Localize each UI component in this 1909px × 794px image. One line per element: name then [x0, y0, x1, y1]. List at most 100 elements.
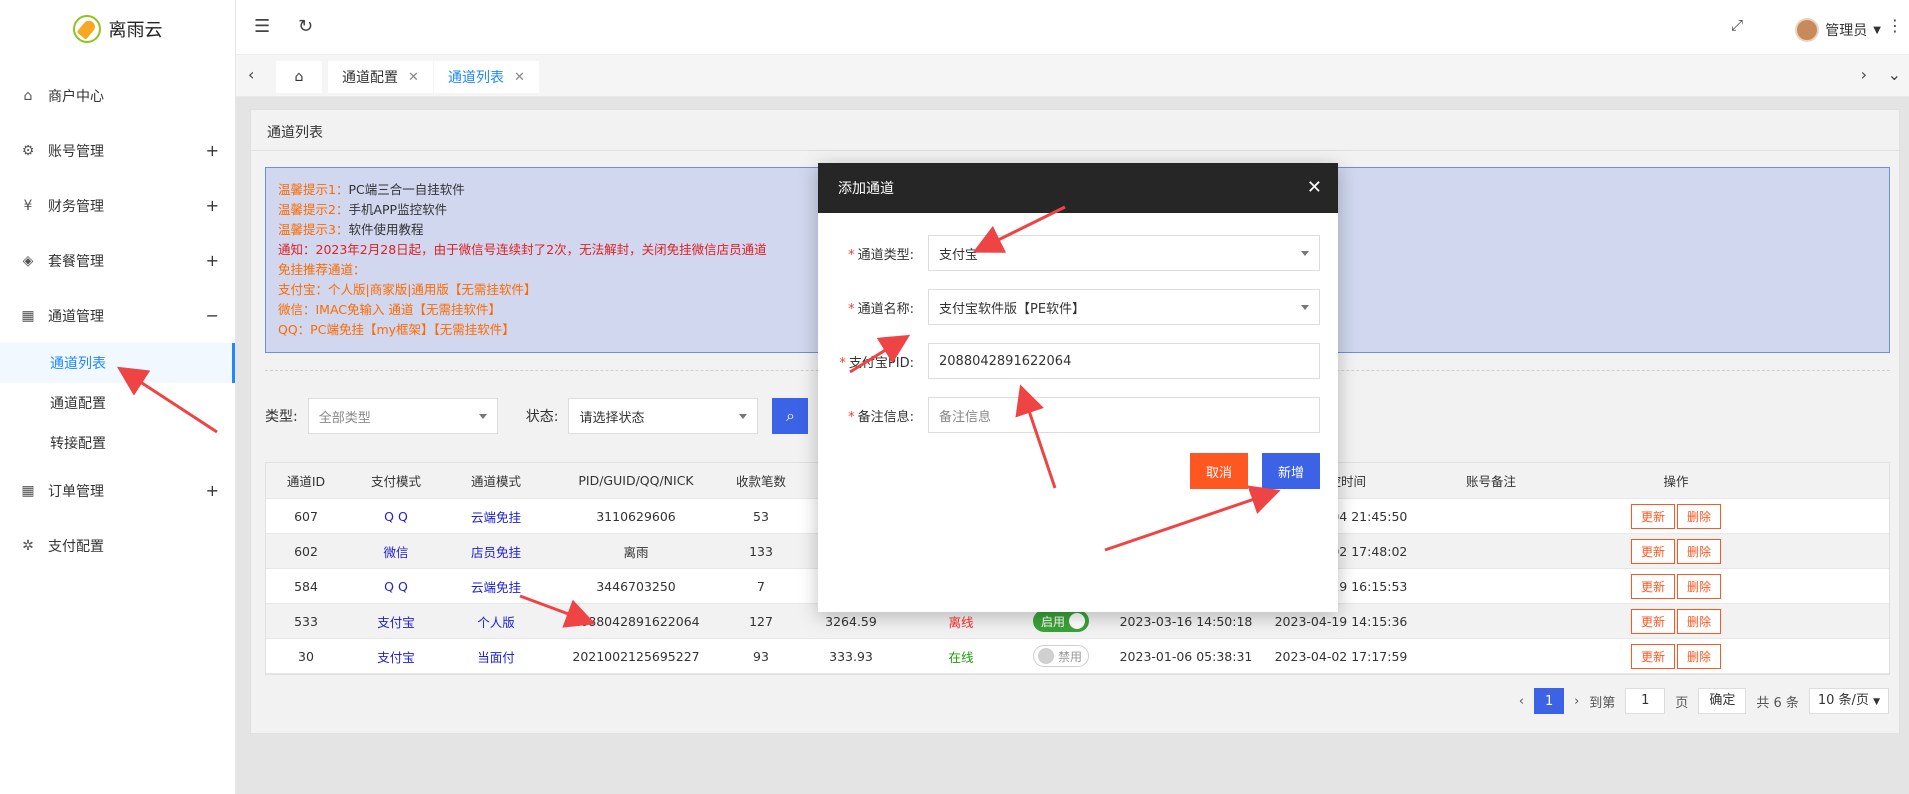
- user-menu[interactable]: 管理员 ▼: [1795, 18, 1881, 42]
- alipay-pid-input[interactable]: 2088042891622064: [928, 343, 1320, 379]
- user-name: 管理员: [1825, 23, 1868, 39]
- column-header: 账号备注: [1465, 474, 1516, 489]
- channel-submenu: 通道列表 通道配置 转接配置: [0, 343, 235, 463]
- divider: [251, 150, 1899, 151]
- page-size-select[interactable]: 10 条/页 ▼: [1808, 688, 1889, 714]
- caret-down-icon: ▼: [1873, 697, 1880, 707]
- update-button[interactable]: 更新: [1630, 503, 1675, 529]
- remark-input[interactable]: 备注信息: [928, 397, 1320, 433]
- pagination: ‹ 1 › 到第 1 页 确定 共 6 条 10 条/页 ▼: [1519, 688, 1889, 714]
- next-page-icon[interactable]: ›: [1574, 694, 1579, 709]
- update-button[interactable]: 更新: [1630, 573, 1675, 599]
- required-star: *: [848, 301, 855, 317]
- collapse-icon: −: [205, 306, 219, 325]
- delete-button[interactable]: 删除: [1677, 608, 1722, 634]
- expand-icon: +: [205, 481, 219, 500]
- required-star: *: [839, 355, 846, 371]
- sidebar-item-orders[interactable]: ▦ 订单管理 +: [0, 463, 235, 518]
- close-icon[interactable]: ✕: [408, 70, 419, 85]
- form-row-remark: * 备注信息: 备注信息: [818, 397, 1338, 433]
- add-channel-modal: 添加通道 ✕ * 通道类型: 支付宝 * 通道名称: 支付宝软件版【PE软件】 * 支…: [818, 163, 1338, 612]
- filter-bar: 类型: 全部类型 状态: 请选择状态 ⌕: [265, 398, 809, 434]
- search-button[interactable]: ⌕: [772, 398, 809, 434]
- caret-down-icon: [1301, 251, 1309, 256]
- delete-button[interactable]: 删除: [1677, 573, 1722, 599]
- sidebar: 离雨云 ⌂ 商户中心 ⚙ 账号管理 + ¥ 财务管理 + ◈ 套餐管理 + ▦ …: [0, 0, 236, 794]
- sidebar-item-label: 账号管理: [48, 143, 104, 160]
- chevron-down-icon: ▼: [1873, 24, 1881, 36]
- status-toggle[interactable]: 禁用: [1033, 645, 1089, 667]
- grid-icon: ▦: [21, 307, 35, 324]
- top-bar: ☰ ↻ ⤢ 管理员 ▼ ⋮: [236, 0, 1909, 55]
- type-filter-select[interactable]: 全部类型: [307, 398, 498, 434]
- cancel-button[interactable]: 取消: [1190, 453, 1249, 489]
- search-icon: ⌕: [785, 406, 795, 425]
- sidebar-item-label: 订单管理: [48, 483, 104, 500]
- delete-button[interactable]: 删除: [1677, 503, 1722, 529]
- prev-page-icon[interactable]: ‹: [1519, 694, 1524, 709]
- tabs-menu-chevron-down-icon[interactable]: ⌄: [1888, 65, 1901, 84]
- required-star: *: [848, 247, 855, 263]
- tab-label: 通道配置: [342, 70, 398, 86]
- form-row-alipay-pid: * 支付宝PID: 2088042891622064: [818, 343, 1338, 379]
- sidebar-item-channel[interactable]: ▦ 通道管理 −: [0, 288, 235, 343]
- tab-channel-config[interactable]: 通道配置 ✕: [328, 61, 433, 93]
- delete-button[interactable]: 删除: [1677, 538, 1722, 564]
- submit-add-button[interactable]: 新增: [1262, 453, 1321, 489]
- caret-down-icon: [739, 414, 748, 419]
- tab-channel-list[interactable]: 通道列表 ✕: [434, 61, 539, 93]
- settings-icon: ✲: [22, 537, 34, 554]
- delete-button[interactable]: 删除: [1677, 643, 1722, 669]
- gear-icon: ⚙: [21, 142, 35, 159]
- sidebar-menu: ⌂ 商户中心 ⚙ 账号管理 + ¥ 财务管理 + ◈ 套餐管理 + ▦ 通道管理…: [0, 68, 235, 573]
- modal-header: 添加通道 ✕: [818, 163, 1338, 213]
- column-header: 收款笔数: [735, 474, 786, 489]
- sidebar-item-package[interactable]: ◈ 套餐管理 +: [0, 233, 235, 288]
- sidebar-item-finance[interactable]: ¥ 财务管理 +: [0, 178, 235, 233]
- column-header: 通道模式: [470, 474, 521, 489]
- modal-title: 添加通道: [838, 181, 894, 197]
- sidebar-item-payment-config[interactable]: ✲ 支付配置: [0, 518, 235, 573]
- channel-type-select[interactable]: 支付宝: [928, 235, 1320, 271]
- sidebar-subitem-channel-config[interactable]: 通道配置: [0, 383, 235, 423]
- sidebar-item-merchant-center[interactable]: ⌂ 商户中心: [0, 68, 235, 123]
- goto-confirm-button[interactable]: 确定: [1698, 688, 1747, 714]
- total-count: 共 6 条: [1756, 695, 1799, 711]
- sidebar-item-label: 通道管理: [48, 308, 104, 325]
- page-label: 页: [1675, 695, 1689, 711]
- more-vertical-icon[interactable]: ⋮: [1887, 16, 1903, 35]
- sidebar-subitem-channel-list[interactable]: 通道列表: [0, 343, 235, 383]
- status-filter-label: 状态:: [525, 409, 559, 425]
- app-logo-text: 离雨云: [108, 20, 163, 41]
- fullscreen-icon[interactable]: ⤢: [1731, 16, 1743, 34]
- sidebar-item-account[interactable]: ⚙ 账号管理 +: [0, 123, 235, 178]
- sidebar-item-label: 套餐管理: [48, 253, 104, 270]
- close-icon[interactable]: ✕: [514, 70, 525, 85]
- tabs-scroll-left-icon[interactable]: ‹: [248, 65, 254, 84]
- goto-page-input[interactable]: 1: [1625, 688, 1666, 714]
- status-filter-select[interactable]: 请选择状态: [568, 398, 759, 434]
- sidebar-subitem-transfer-config[interactable]: 转接配置: [0, 423, 235, 463]
- close-icon[interactable]: ✕: [1307, 177, 1322, 198]
- box-icon: ◈: [22, 252, 34, 269]
- sidebar-item-label: 商户中心: [48, 88, 104, 105]
- page-title: 通道列表: [267, 125, 323, 141]
- refresh-icon[interactable]: ↻: [298, 16, 313, 37]
- page-number-current[interactable]: 1: [1534, 688, 1565, 714]
- channel-name-select[interactable]: 支付宝软件版【PE软件】: [928, 289, 1320, 325]
- update-button[interactable]: 更新: [1630, 643, 1675, 669]
- form-row-channel-name: * 通道名称: 支付宝软件版【PE软件】: [818, 289, 1338, 325]
- finance-icon: ¥: [23, 197, 33, 214]
- expand-icon: +: [205, 251, 219, 270]
- column-header: PID/GUID/QQ/NICK: [578, 473, 694, 488]
- tab-home[interactable]: ⌂: [276, 61, 322, 93]
- update-button[interactable]: 更新: [1630, 538, 1675, 564]
- tabs-scroll-right-icon[interactable]: ›: [1861, 65, 1867, 84]
- tabs-bar: ‹ ⌂ 通道配置 ✕ 通道列表 ✕ › ⌄: [236, 55, 1909, 97]
- sidebar-item-label: 财务管理: [48, 198, 104, 215]
- collapse-menu-icon[interactable]: ☰: [254, 16, 270, 37]
- status-toggle[interactable]: 启用: [1033, 610, 1089, 632]
- update-button[interactable]: 更新: [1630, 608, 1675, 634]
- form-row-channel-type: * 通道类型: 支付宝: [818, 235, 1338, 271]
- app-logo[interactable]: 离雨云: [0, 0, 235, 58]
